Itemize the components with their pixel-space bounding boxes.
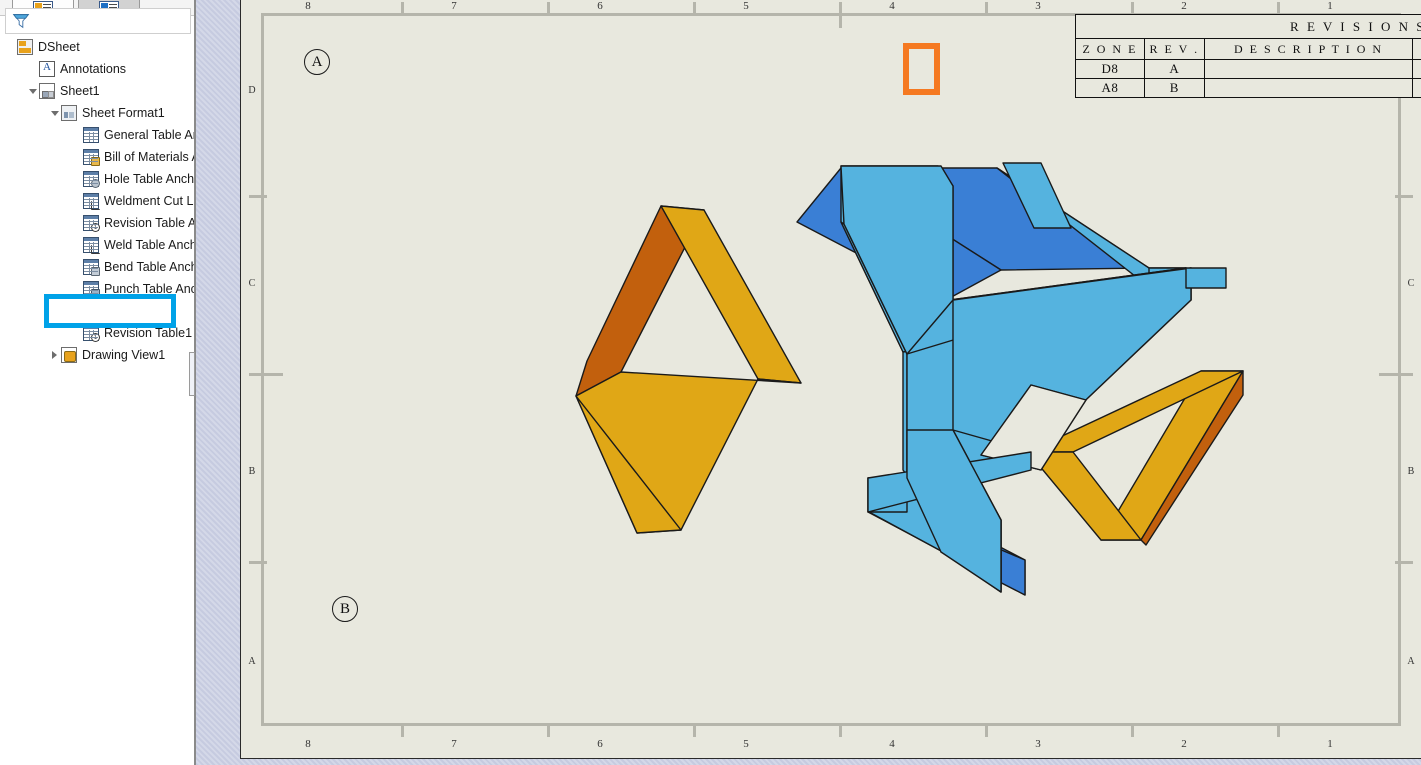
icon-badge: 1	[91, 223, 100, 232]
drawing-view-icon	[61, 347, 77, 363]
sheet-format-icon	[61, 105, 77, 121]
tree-item-label: Weld Table Anch	[104, 238, 196, 252]
border-edit-icon	[83, 303, 99, 319]
tree-item-revision-table-ar[interactable]: 1 Revision Table Ar	[0, 212, 196, 234]
hole-table-anchor-icon	[83, 171, 99, 187]
revision-cell-date[interactable]: 4/19/2017	[1413, 60, 1421, 79]
panel-splitter-notch[interactable]	[189, 352, 195, 396]
tree-twisty-placeholder	[4, 36, 17, 58]
general-table-anchor-icon	[83, 127, 99, 143]
tree-twisty-placeholder	[26, 58, 39, 80]
revision-table-header-zone: Z O N E	[1076, 39, 1145, 60]
revision-cell-rev[interactable]: B	[1144, 79, 1204, 98]
tree-twisty-placeholder	[70, 278, 83, 300]
revision-table-title: R E V I S I O N S	[1076, 15, 1421, 39]
revision-cell-zone[interactable]: D8	[1076, 60, 1145, 79]
revision-table-title-row: R E V I S I O N S	[1076, 15, 1421, 39]
filter-funnel-icon	[11, 10, 31, 32]
revision-table-anchor-icon: 1	[83, 215, 99, 231]
chevron-down-icon[interactable]	[26, 80, 39, 102]
bom-anchor-icon	[83, 149, 99, 165]
revision-table-header-date: D A T E	[1413, 39, 1421, 60]
tree-item-general-table-an[interactable]: General Table An	[0, 124, 196, 146]
tree-item-label: Revision Table1	[104, 326, 192, 340]
tree-item-label: Annotations	[60, 62, 126, 76]
revision-cell-date[interactable]: 4/19/2017	[1413, 79, 1421, 98]
tree-item-label: Revision Table Ar	[104, 216, 196, 230]
revision-table-header-rev: R E V .	[1144, 39, 1204, 60]
tree-item-dsheet[interactable]: DSheet	[0, 36, 196, 58]
tree-item-drawing-view1[interactable]: Drawing View1	[0, 344, 196, 366]
tree-item-border2[interactable]: Border2	[0, 300, 196, 322]
tree-twisty-placeholder	[70, 146, 83, 168]
icon-badge	[91, 201, 100, 210]
revision-table-header-description: D E S C R I P T I O N	[1204, 39, 1413, 60]
canvas-left-gutter	[196, 0, 240, 765]
tree-filter-input[interactable]	[31, 13, 190, 29]
icon-badge	[91, 289, 100, 298]
revision-table-header-row: Z O N ER E V .D E S C R I P T I O ND A T…	[1076, 39, 1421, 60]
drawing-root-icon	[17, 39, 33, 55]
canvas-bottom-gutter	[196, 759, 1421, 765]
tree-twisty-placeholder	[70, 168, 83, 190]
feature-tree: DSheet Annotations Sheet1 Sheet Format1 Gene…	[0, 36, 196, 366]
tree-item-label: General Table An	[104, 128, 196, 142]
tree-twisty-placeholder	[70, 322, 83, 344]
revision-table-icon: 1	[83, 325, 99, 341]
tree-item-label: Hole Table Ancho	[104, 172, 196, 186]
tree-item-sheet1[interactable]: Sheet1	[0, 80, 196, 102]
sheet-icon	[39, 83, 55, 99]
tree-item-punch-table-anc[interactable]: Punch Table Anc	[0, 278, 196, 300]
chevron-down-icon[interactable]	[48, 102, 61, 124]
tree-item-weldment-cut-lis[interactable]: Weldment Cut Lis	[0, 190, 196, 212]
tree-item-label: Punch Table Anc	[104, 282, 196, 296]
tree-twisty-placeholder	[70, 212, 83, 234]
weld-table-anchor-icon	[83, 237, 99, 253]
tree-item-hole-table-ancho[interactable]: Hole Table Ancho	[0, 168, 196, 190]
tree-twisty-placeholder	[70, 256, 83, 278]
isometric-interlocking-part[interactable]	[241, 0, 1421, 759]
tree-item-label: Border2	[104, 304, 148, 318]
tree-item-label: Bend Table Anch	[104, 260, 196, 274]
tree-item-label: Weldment Cut Lis	[104, 194, 196, 208]
drawing-sheet[interactable]: 8765432187654321DCBADCBA A B	[240, 0, 1421, 759]
icon-badge	[91, 179, 100, 188]
revision-table[interactable]: R E V I S I O N SZ O N ER E V .D E S C R…	[1075, 14, 1421, 98]
revision-table-row[interactable]: A8B 4/19/2017	[1076, 79, 1421, 98]
tree-filter-box[interactable]	[5, 8, 191, 34]
weldment-cut-list-anchor-icon	[83, 193, 99, 209]
icon-badge	[91, 267, 100, 276]
bend-table-anchor-icon	[83, 259, 99, 275]
drawing-canvas[interactable]: 8765432187654321DCBADCBA A B	[196, 0, 1421, 765]
tree-twisty-placeholder	[70, 300, 83, 322]
tree-twisty-placeholder	[70, 124, 83, 146]
tree-twisty-placeholder	[70, 190, 83, 212]
annotations-icon	[39, 61, 55, 77]
revision-cell-description[interactable]	[1204, 79, 1413, 98]
tree-item-label: Sheet Format1	[82, 106, 165, 120]
tree-item-weld-table-anch[interactable]: Weld Table Anch	[0, 234, 196, 256]
tree-twisty-placeholder	[70, 234, 83, 256]
revision-table-row[interactable]: D8A 4/19/2017	[1076, 60, 1421, 79]
icon-badge: 1	[91, 333, 100, 342]
tree-item-label: DSheet	[38, 40, 80, 54]
punch-table-anchor-icon	[83, 281, 99, 297]
tree-item-label: Bill of Materials A	[104, 150, 196, 164]
revision-cell-description[interactable]	[1204, 60, 1413, 79]
icon-badge	[91, 245, 100, 254]
revision-cell-rev[interactable]: A	[1144, 60, 1204, 79]
chevron-right-icon[interactable]	[48, 344, 61, 366]
feature-manager-panel: DSheet Annotations Sheet1 Sheet Format1 Gene…	[0, 0, 196, 765]
icon-badge	[91, 157, 100, 166]
tree-item-label: Drawing View1	[82, 348, 165, 362]
tree-item-sheet-format1[interactable]: Sheet Format1	[0, 102, 196, 124]
tree-item-bend-table-anch[interactable]: Bend Table Anch	[0, 256, 196, 278]
tree-item-label: Sheet1	[60, 84, 100, 98]
tree-item-annotations[interactable]: Annotations	[0, 58, 196, 80]
tree-item-revision-table1[interactable]: 1 Revision Table1	[0, 322, 196, 344]
revision-cell-zone[interactable]: A8	[1076, 79, 1145, 98]
tree-item-bill-of-materials-a[interactable]: Bill of Materials A	[0, 146, 196, 168]
